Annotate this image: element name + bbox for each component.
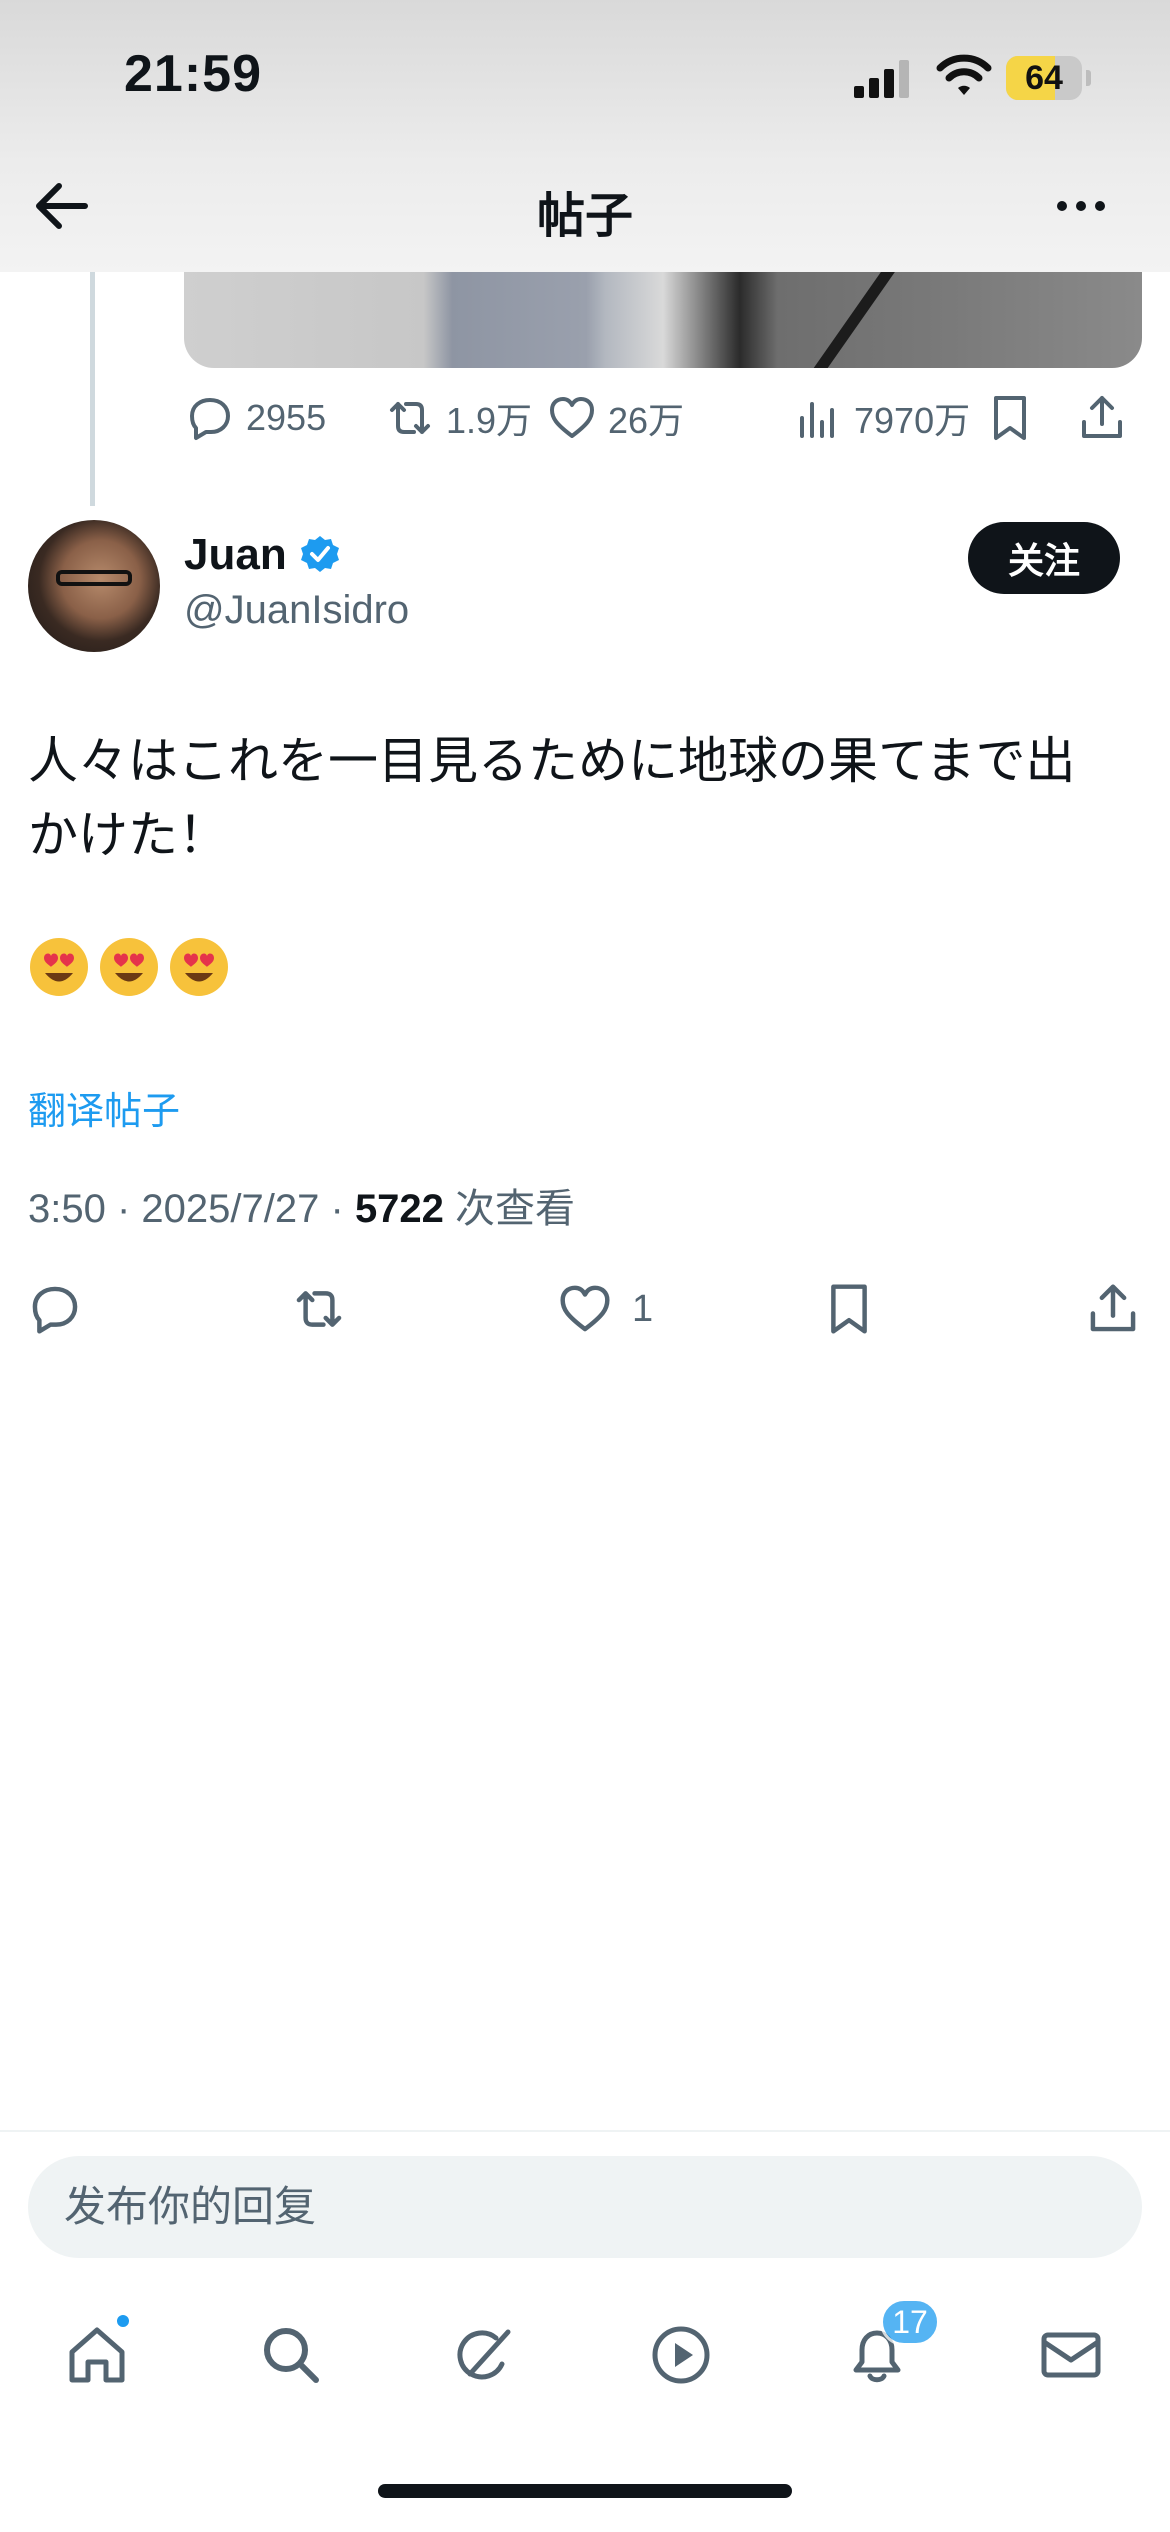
video-play-icon [652, 2326, 710, 2384]
repost-icon [390, 402, 430, 434]
like-count: 1 [632, 1287, 654, 1330]
previous-post-actions: 2955 1.9万 26万 7970万 [184, 388, 1142, 448]
battery-indicator: 64 [1006, 56, 1091, 100]
bottom-navigation: 17 [0, 2298, 1170, 2410]
previous-view-count: 7970万 [854, 400, 971, 441]
nav-home[interactable] [42, 2300, 152, 2410]
messages-mail-icon [1041, 2332, 1101, 2378]
author-handle[interactable]: @JuanIsidro [184, 588, 409, 633]
previous-reply-button[interactable]: 2955 [184, 388, 326, 448]
top-header: 21:59 64 帖子 [0, 0, 1170, 272]
bookmark-icon [831, 1284, 867, 1334]
previous-repost-button[interactable]: 1.9万 [384, 388, 532, 448]
author-name: Juan [184, 530, 287, 579]
post-actions: 1 [0, 1276, 1170, 1342]
reply-divider [0, 2130, 1170, 2132]
translate-post-link[interactable]: 翻译帖子 [28, 1080, 180, 1135]
previous-share-button[interactable] [1076, 388, 1128, 448]
views-chart-icon [800, 402, 834, 438]
grok-icon [457, 2329, 511, 2380]
share-icon [1090, 1284, 1136, 1332]
battery-percentage: 64 [1025, 59, 1063, 97]
heart-eyes-emoji-icon [30, 938, 88, 996]
nav-notifications[interactable]: 17 [822, 2298, 940, 2410]
author-name-row[interactable]: Juan [184, 530, 341, 580]
home-icon [69, 2327, 125, 2383]
repost-icon [296, 1291, 342, 1327]
heart-icon [560, 1285, 610, 1332]
previous-bookmark-button[interactable] [984, 388, 1036, 448]
search-icon [264, 2328, 319, 2383]
post-views-label: 次查看 [455, 1187, 576, 1231]
previous-like-count: 26万 [608, 400, 685, 441]
previous-like-button[interactable]: 26万 [546, 388, 684, 448]
verified-badge-icon [300, 536, 339, 572]
nav-grok[interactable] [430, 2300, 540, 2410]
repost-button[interactable] [290, 1276, 348, 1342]
more-options-button[interactable] [1050, 186, 1112, 226]
status-time: 21:59 [124, 45, 262, 103]
previous-reply-count: 2955 [246, 397, 327, 438]
heart-eyes-emoji-icon [100, 938, 158, 996]
nav-messages[interactable] [1016, 2300, 1126, 2410]
reply-input[interactable]: 发布你的回复 [28, 2156, 1142, 2258]
reply-button[interactable] [26, 1276, 84, 1342]
previous-repost-count: 1.9万 [446, 400, 533, 441]
post-time: 3:50 [28, 1187, 106, 1231]
share-icon [1082, 396, 1122, 438]
cellular-signal-icon [854, 60, 909, 98]
reply-icon [190, 398, 230, 440]
post-emojis [28, 936, 230, 998]
thread-connector-line [90, 270, 95, 506]
reply-icon [32, 1286, 78, 1334]
like-button[interactable]: 1 [556, 1276, 653, 1342]
heart-icon [550, 397, 594, 438]
wifi-icon [936, 54, 992, 95]
page-title: 帖子 [536, 190, 633, 243]
nav-video[interactable] [626, 2300, 736, 2410]
bookmark-icon [994, 396, 1026, 440]
avatar[interactable] [28, 520, 160, 652]
post-date: 2025/7/27 [141, 1187, 320, 1231]
home-indicator[interactable] [378, 2484, 792, 2498]
previous-views-button[interactable]: 7970万 [792, 388, 970, 448]
heart-eyes-emoji-icon [170, 938, 228, 996]
post-meta: 3:50 · 2025/7/27 · 5722 次查看 [28, 1187, 576, 1231]
post-text: 人々はこれを一目見るために地球の果てまで出 かけた！ [28, 733, 1076, 863]
more-horizontal-icon [1057, 201, 1067, 211]
notification-badge: 17 [880, 2298, 940, 2346]
home-unread-dot [114, 2312, 132, 2330]
bookmark-button[interactable] [820, 1276, 878, 1342]
post-view-count: 5722 [354, 1187, 444, 1231]
follow-button[interactable]: 关注 [968, 522, 1120, 594]
nav-search[interactable] [236, 2300, 346, 2410]
share-button[interactable] [1084, 1276, 1142, 1342]
